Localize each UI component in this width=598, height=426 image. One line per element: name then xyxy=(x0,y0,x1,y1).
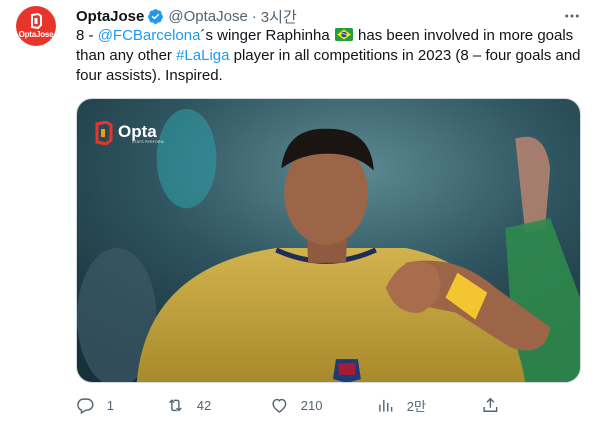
more-dots-icon xyxy=(565,14,579,18)
reply-icon xyxy=(77,398,94,415)
tweet-media-image[interactable]: Opta STATS PERFORM xyxy=(76,98,581,383)
opta-logo-icon xyxy=(31,13,42,29)
retweet-count: 42 xyxy=(196,397,212,413)
more-options-button[interactable] xyxy=(562,6,582,26)
retweet-icon xyxy=(169,399,182,412)
tweet-actions: 1 42 210 2만 xyxy=(76,394,506,418)
verified-badge-icon xyxy=(148,8,164,24)
reply-count: 1 xyxy=(106,397,114,413)
author-handle[interactable]: @OptaJose xyxy=(168,8,247,25)
retweet-button[interactable]: 42 xyxy=(166,396,211,415)
share-button[interactable] xyxy=(481,396,500,415)
opta-logo-icon xyxy=(95,121,113,145)
share-icon xyxy=(483,397,498,412)
mention-link[interactable]: @FCBarcelona xyxy=(98,27,201,44)
tweet-text: 8 - @FCBarcelona´s winger Raphinha has b… xyxy=(76,26,582,86)
views-count: 2만 xyxy=(406,399,426,414)
display-name[interactable]: OptaJose xyxy=(76,8,144,25)
tweet-text-part: ´s winger Raphinha xyxy=(200,27,334,44)
heart-icon xyxy=(272,398,287,413)
avatar[interactable]: OptaJose xyxy=(16,6,56,46)
opta-brand-sub: STATS PERFORM xyxy=(132,139,164,144)
opta-brand-name: Opta xyxy=(118,121,157,141)
avatar-logo-text: OptaJose xyxy=(18,30,54,39)
tweet-header: OptaJose @OptaJose · 3시간 xyxy=(76,6,582,26)
tweet-text-part: 8 - xyxy=(76,27,98,44)
timestamp[interactable]: 3시간 xyxy=(261,6,297,27)
hashtag-link[interactable]: #LaLiga xyxy=(176,47,229,64)
like-count: 210 xyxy=(300,397,323,413)
opta-watermark: Opta STATS PERFORM xyxy=(93,121,164,145)
views-button[interactable]: 2만 xyxy=(376,396,426,415)
views-chart-icon xyxy=(379,400,393,412)
like-button[interactable]: 210 xyxy=(270,396,322,415)
separator-dot: · xyxy=(251,7,257,25)
reply-button[interactable]: 1 xyxy=(76,396,114,415)
brazil-flag-icon xyxy=(334,28,353,41)
